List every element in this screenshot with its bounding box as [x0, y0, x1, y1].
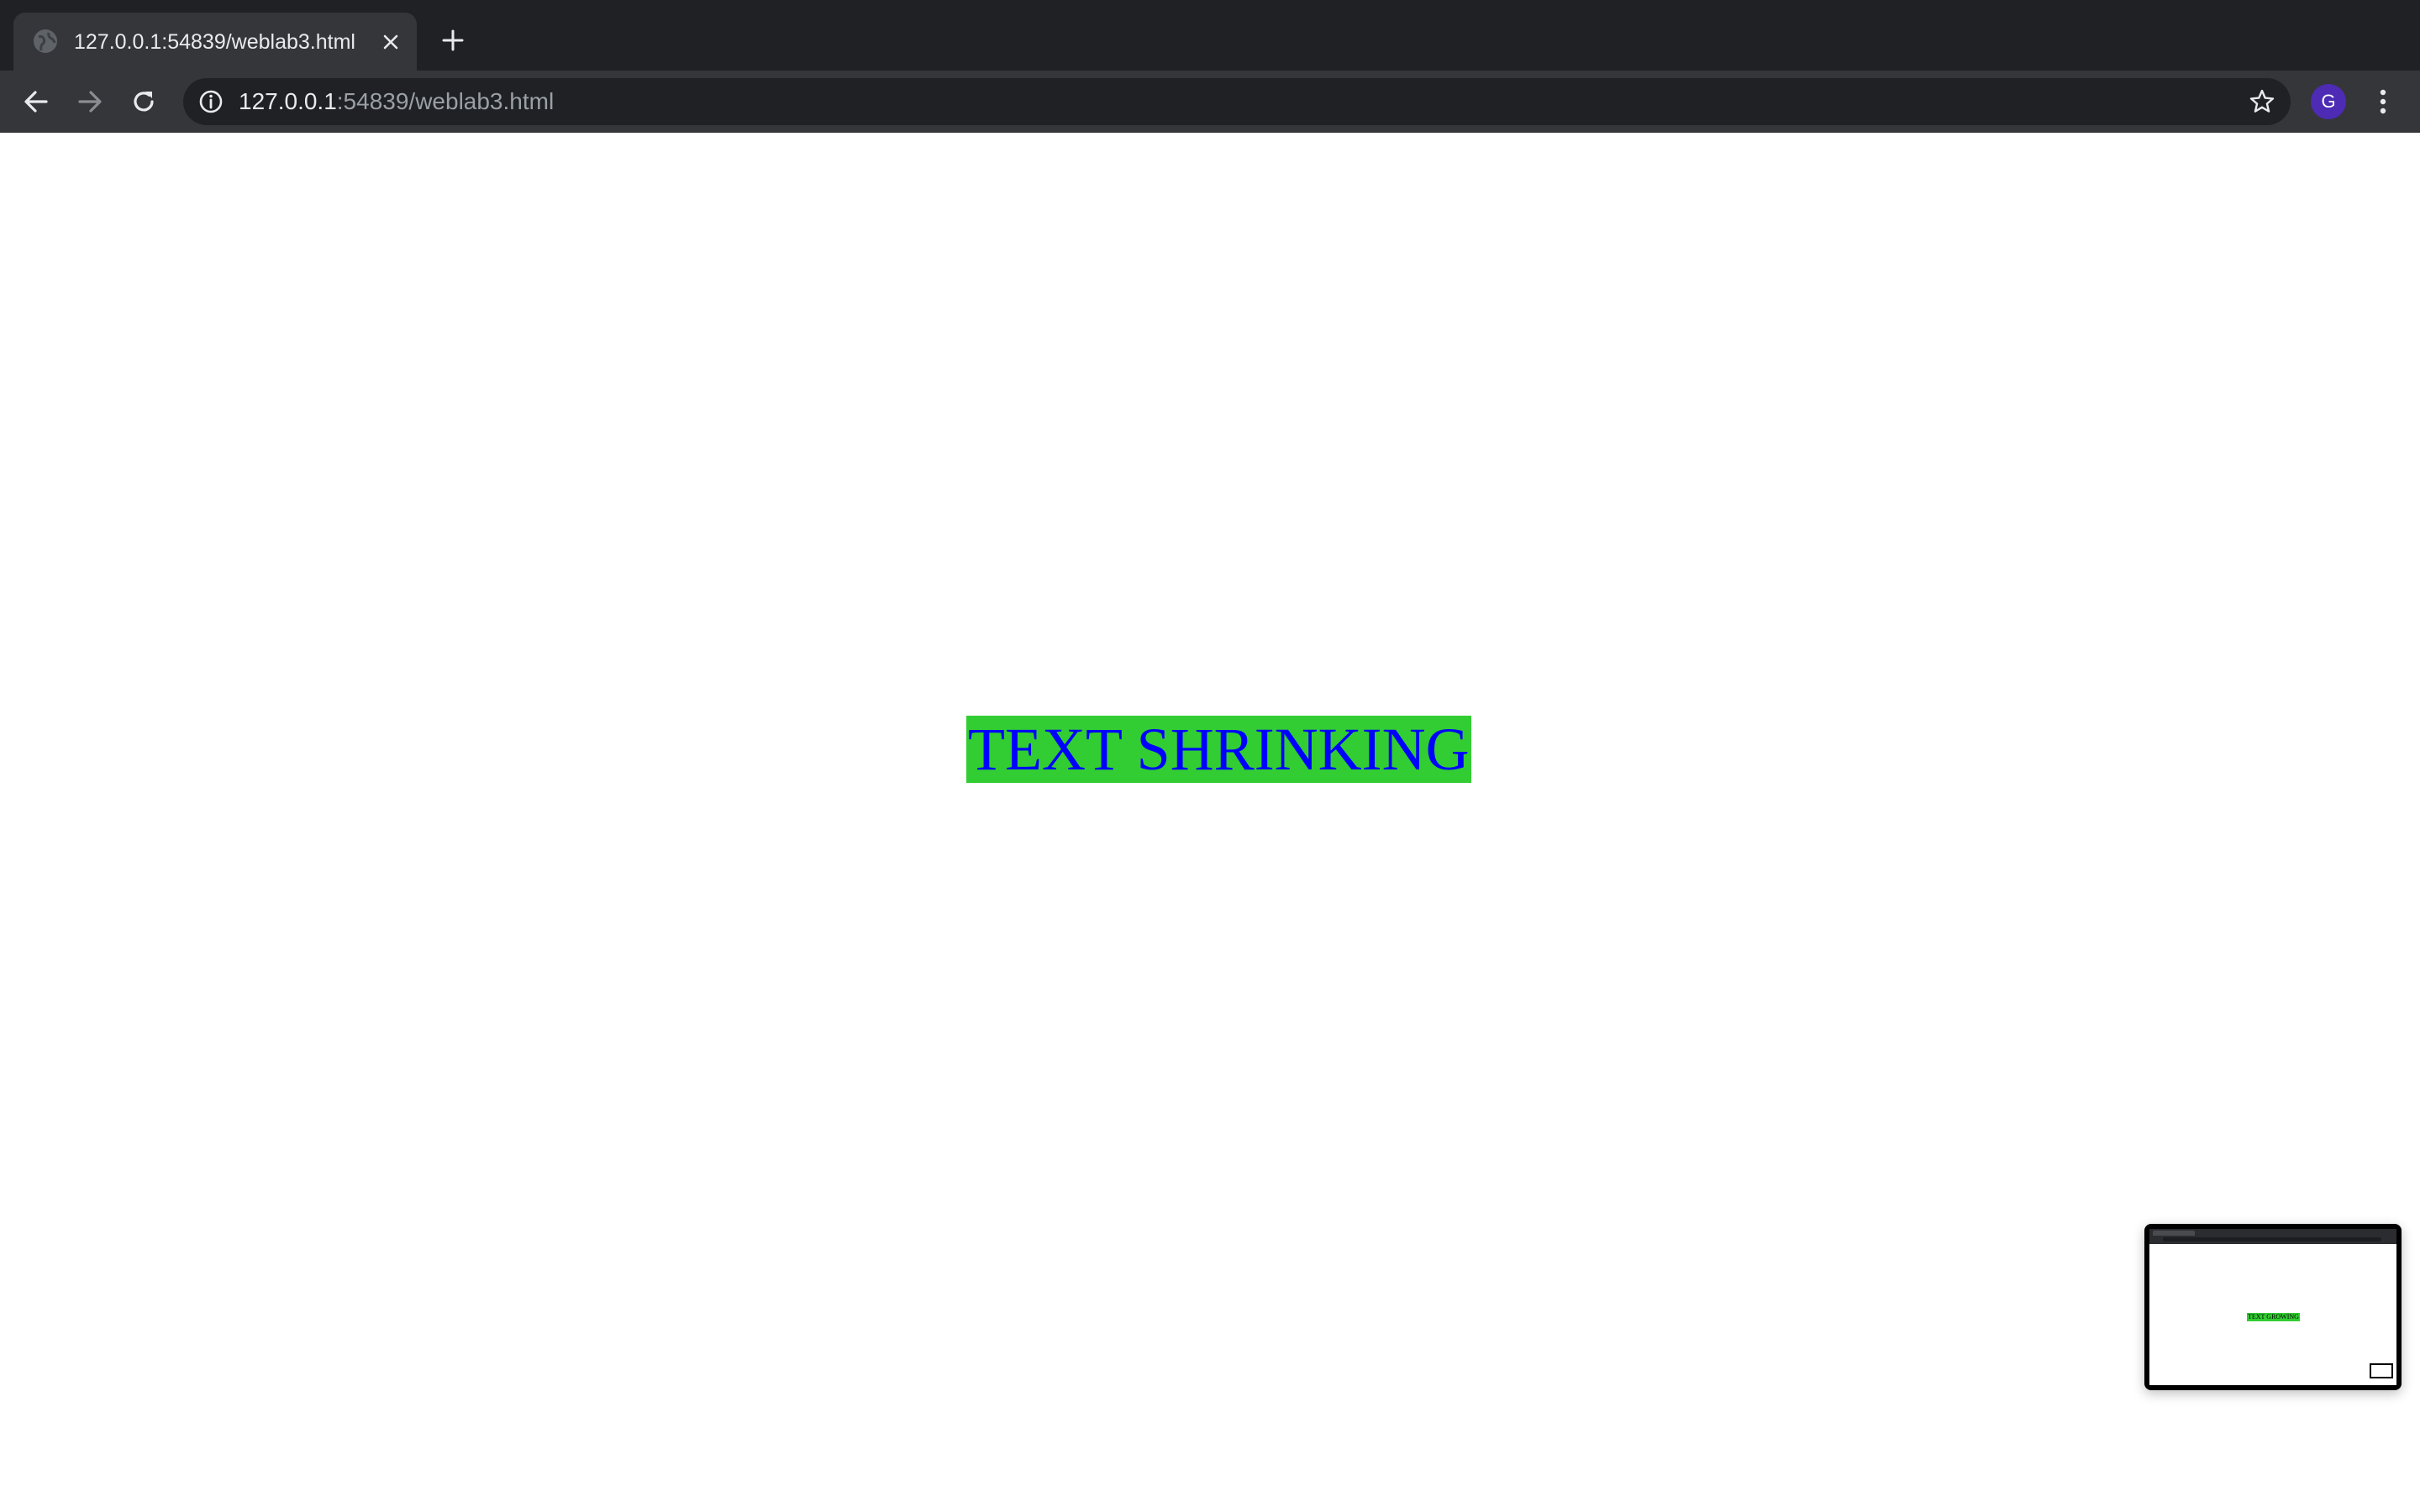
thumbnail-nested-preview [2370, 1363, 2393, 1378]
back-button[interactable] [17, 82, 55, 121]
browser-toolbar: 127.0.0.1:54839/weblab3.html G [0, 71, 2420, 133]
arrow-right-icon [78, 91, 102, 113]
info-icon[interactable] [198, 89, 224, 114]
new-tab-button[interactable] [435, 23, 471, 58]
screen: 127.0.0.1:54839/weblab3.html 127.0.0.1:5… [0, 0, 2420, 1512]
close-icon[interactable] [376, 28, 405, 56]
profile-avatar[interactable]: G [2311, 84, 2346, 119]
browser-tab[interactable]: 127.0.0.1:54839/weblab3.html [13, 13, 417, 71]
tab-title: 127.0.0.1:54839/weblab3.html [74, 30, 355, 54]
thumbnail-text: TEXT GROWING [2247, 1313, 2300, 1321]
thumbnail-address-bar [2163, 1237, 2381, 1242]
url-host: 127.0.0.1 [239, 88, 337, 114]
forward-button[interactable] [71, 82, 109, 121]
thumbnail-tab [2153, 1231, 2195, 1236]
arrow-left-icon [24, 91, 48, 113]
url-text[interactable]: 127.0.0.1:54839/weblab3.html [239, 87, 554, 116]
kebab-menu-icon [2380, 89, 2386, 114]
browser-menu-button[interactable] [2368, 82, 2398, 121]
star-icon[interactable] [2249, 88, 2275, 115]
page-viewport [0, 133, 2420, 1512]
thumbnail-browser-chrome [2149, 1229, 2396, 1244]
tab-strip: 127.0.0.1:54839/weblab3.html [0, 0, 2420, 71]
url-path: :54839/weblab3.html [336, 88, 555, 114]
screen-preview-thumbnail[interactable]: TEXT GROWING [2144, 1224, 2402, 1390]
reload-button[interactable] [124, 82, 163, 121]
thumbnail-screen: TEXT GROWING [2149, 1229, 2396, 1385]
reload-icon [134, 92, 154, 112]
plus-icon [442, 29, 464, 51]
shrinking-text: TEXT SHRINKING [966, 716, 1471, 783]
globe-icon [34, 29, 57, 53]
address-bar[interactable]: 127.0.0.1:54839/weblab3.html [183, 78, 2291, 125]
